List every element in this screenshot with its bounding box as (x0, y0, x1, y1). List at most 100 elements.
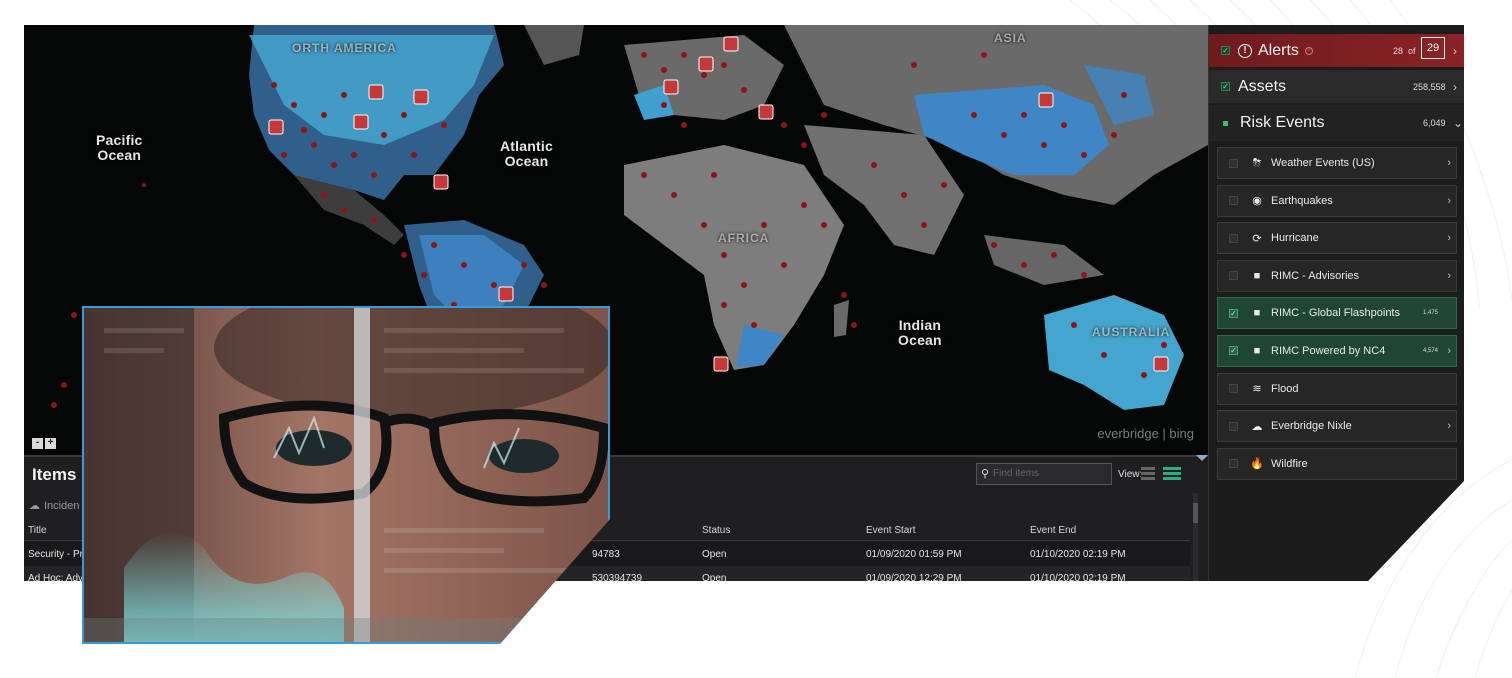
analyst-photo-graphic (84, 308, 608, 642)
weather-icon: ⛈ (1252, 156, 1262, 169)
risk-item[interactable]: ■ RIMC - Advisories › (1217, 259, 1457, 292)
risk-item-checkbox[interactable]: ✓ (1229, 346, 1238, 356)
flood-icon: ≋ (1252, 383, 1262, 396)
risk-item-checkbox[interactable] (1229, 384, 1238, 394)
layers-panel: ✓ ! Alerts ? 28 of 29 › ✓ Assets 258,558… (1208, 25, 1464, 581)
asia-label: ASIA (994, 31, 1027, 45)
risk-item[interactable]: ☁ Everbridge Nixle › (1217, 410, 1457, 443)
risk-item-checkbox[interactable] (1229, 233, 1238, 243)
earthquake-icon: ◉ (1252, 195, 1262, 208)
wildfire-icon: 🔥 (1250, 458, 1264, 471)
risk-item-checkbox[interactable] (1229, 196, 1238, 206)
alerts-label: Alerts (1258, 41, 1299, 59)
assets-count: 258,558 (1413, 81, 1446, 92)
risk-item-label: Earthquakes (1271, 194, 1333, 207)
chevron-right-icon[interactable]: › (1453, 44, 1457, 58)
risk-item-label: Weather Events (US) (1271, 157, 1375, 169)
analyst-photo (82, 306, 610, 644)
col-event-end[interactable]: Event End (1030, 525, 1076, 536)
alert-icon: ! (1238, 43, 1252, 58)
col-title[interactable]: Title (28, 525, 47, 536)
row-event-start: 01/09/2020 01:59 PM (866, 549, 962, 560)
africa-land (624, 145, 844, 370)
chevron-right-icon[interactable]: › (1447, 270, 1451, 282)
risk-item-label: Hurricane (1271, 232, 1319, 245)
risk-item-count: 1,475 (1422, 310, 1438, 317)
grid-view-icon[interactable] (1141, 466, 1155, 480)
risk-item-label: Everbridge Nixle (1271, 420, 1352, 433)
incident-icon: ☁ (29, 500, 40, 512)
find-items-input[interactable]: ⚲ Find items (976, 463, 1112, 485)
alerts-checkbox[interactable]: ✓ (1221, 46, 1230, 55)
assets-row[interactable]: ✓ Assets 258,558 › (1209, 70, 1464, 103)
risk-item-label: RIMC - Global Flashpoints (1271, 307, 1400, 320)
row-title: Ad Hoc: Advis (28, 573, 91, 581)
africa-label: AFRICA (718, 231, 770, 245)
risk-events-indicator (1223, 120, 1228, 126)
list-view-icon[interactable] (1163, 466, 1181, 480)
alerts-row[interactable]: ✓ ! Alerts ? 28 of 29 › (1209, 34, 1464, 67)
chevron-right-icon[interactable]: › (1447, 157, 1451, 169)
risk-item[interactable]: ✓ ■ RIMC Powered by NC4 4,574 › (1217, 334, 1457, 367)
info-icon[interactable]: ? (1304, 46, 1313, 55)
risk-item[interactable]: ≋ Flood (1217, 372, 1457, 405)
items-scrollbar[interactable] (1193, 493, 1198, 581)
assets-label: Assets (1238, 77, 1287, 95)
pacific-ocean-label: Pacific Ocean (96, 132, 143, 163)
zoom-controls: - + (32, 438, 56, 449)
risk-item-label: Wildfire (1271, 457, 1308, 470)
risk-item-checkbox[interactable] (1229, 271, 1238, 281)
rimc-icon: ■ (1253, 307, 1261, 320)
risk-item-label: RIMC - Advisories (1271, 269, 1360, 282)
rimc-icon: ■ (1253, 269, 1261, 282)
rimc-icon: ■ (1253, 344, 1261, 357)
collapse-arrow-icon[interactable] (1196, 455, 1208, 461)
risk-item[interactable]: ◉ Earthquakes › (1217, 184, 1457, 217)
col-event-start[interactable]: Event Start (866, 525, 915, 536)
chevron-right-icon[interactable]: › (1447, 232, 1451, 244)
risk-item-checkbox[interactable] (1229, 421, 1238, 431)
view-label: View: (1118, 469, 1143, 480)
incidents-filter[interactable]: ☁ Inciden (29, 499, 80, 513)
indian-ocean-label: Indian Ocean (898, 317, 942, 348)
row-event-end: 01/10/2020 02:19 PM (1030, 573, 1126, 581)
risk-item[interactable]: ✓ ■ RIMC - Global Flashpoints 1,475 (1217, 297, 1457, 330)
col-status[interactable]: Status (702, 525, 730, 536)
alerts-count: 28 (1393, 45, 1404, 56)
chevron-right-icon[interactable]: › (1453, 80, 1457, 94)
australia-land (1044, 295, 1184, 410)
risk-item-checkbox[interactable] (1229, 158, 1238, 168)
assets-checkbox[interactable]: ✓ (1221, 82, 1230, 91)
chevron-right-icon[interactable]: › (1447, 195, 1451, 207)
risk-item[interactable]: ⟳ Hurricane › (1217, 222, 1457, 255)
risk-item[interactable]: 🔥 Wildfire (1217, 447, 1457, 480)
hurricane-icon: ⟳ (1252, 232, 1262, 245)
search-icon: ⚲ (981, 468, 990, 480)
risk-events-list: ⛈ Weather Events (US) › ◉ Earthquakes › ⟳ Hurri… (1217, 147, 1457, 485)
zoom-out-button[interactable]: - (32, 438, 43, 449)
incidents-label: Inciden (44, 499, 80, 512)
risk-events-count: 6,049 (1423, 118, 1446, 128)
risk-events-label: Risk Events (1240, 114, 1325, 131)
chevron-right-icon[interactable]: › (1447, 345, 1451, 357)
chevron-right-icon[interactable]: › (1447, 420, 1451, 432)
row-id: 94783 (592, 549, 620, 560)
risk-item-count: 4,574 (1422, 347, 1438, 354)
zoom-in-button[interactable]: + (45, 438, 56, 449)
alerts-total-badge: 29 (1421, 37, 1445, 59)
find-items-placeholder: Find items (993, 468, 1040, 479)
risk-item-checkbox[interactable] (1229, 459, 1238, 469)
risk-item[interactable]: ⛈ Weather Events (US) › (1217, 147, 1457, 179)
risk-item-checkbox[interactable]: ✓ (1229, 308, 1238, 318)
map-attribution: everbridge | bing (1097, 426, 1194, 441)
row-event-end: 01/10/2020 02:19 PM (1030, 549, 1126, 560)
row-status: Open (702, 573, 727, 581)
row-event-start: 01/09/2020 12:29 PM (866, 573, 962, 581)
australia-label: AUSTRALIA (1092, 325, 1171, 339)
items-title: Items (32, 465, 77, 484)
risk-item-label: Flood (1271, 382, 1299, 395)
risk-item-label: RIMC Powered by NC4 (1271, 344, 1386, 357)
alerts-of: of (1408, 45, 1416, 56)
chevron-down-icon[interactable]: ⌄ (1453, 116, 1463, 130)
risk-events-row[interactable]: Risk Events 6,049 ⌄ (1209, 105, 1464, 141)
